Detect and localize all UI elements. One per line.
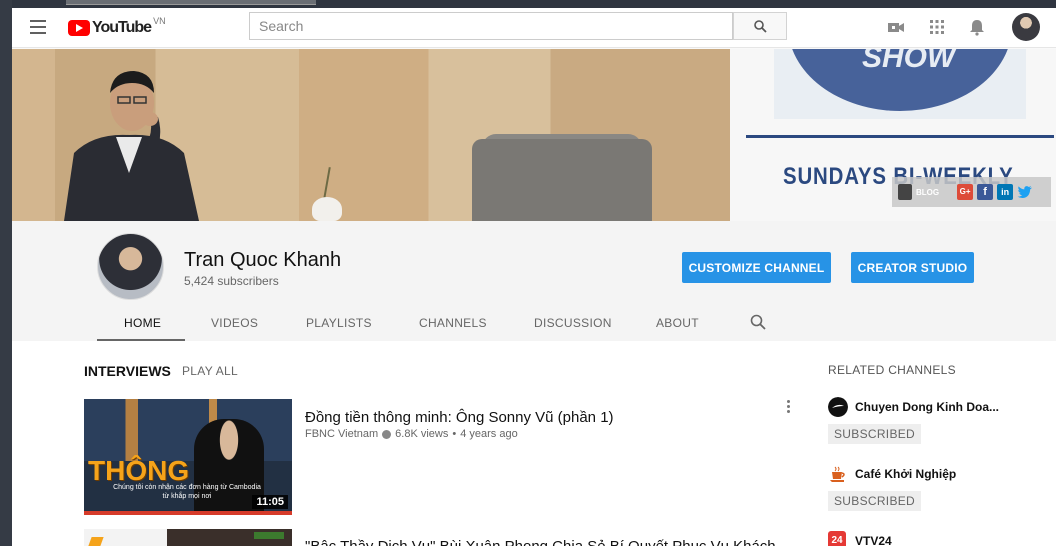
- video-thumbnail[interactable]: THÔNG Chúng tôi còn nhận các đơn hàng từ…: [84, 399, 292, 515]
- channel-avatar[interactable]: [97, 233, 164, 300]
- youtube-play-icon: [68, 20, 90, 36]
- youtube-logo[interactable]: YouTube VN: [68, 16, 166, 39]
- channel-banner: SHOW SUNDAYS BI-WEEKLY BLOG G+ f in: [12, 49, 1056, 221]
- subscribed-button[interactable]: SUBSCRIBED: [828, 491, 922, 511]
- show-graphic: SHOW: [774, 49, 1026, 119]
- thumbnail-badge: [254, 532, 284, 539]
- channel-search-icon[interactable]: [750, 314, 766, 330]
- twitter-icon[interactable]: [1017, 184, 1033, 200]
- search-input[interactable]: Search: [249, 12, 733, 40]
- banner-graphic: SHOW SUNDAYS BI-WEEKLY BLOG G+ f in: [730, 49, 1056, 221]
- vtv24-logo-icon[interactable]: 24: [828, 531, 846, 546]
- top-header: YouTube VN Search: [12, 8, 1056, 48]
- channel-header: Tran Quoc Khanh 5,424 subscribers CUSTOM…: [12, 221, 1056, 341]
- channel-logo-icon[interactable]: [828, 397, 848, 417]
- video-duration: 11:05: [252, 495, 288, 509]
- facebook-icon[interactable]: f: [977, 184, 994, 200]
- video-channel-name[interactable]: FBNC Vietnam: [305, 428, 378, 440]
- video-thumbnail[interactable]: [84, 529, 292, 546]
- shelf-title[interactable]: INTERVIEWS: [84, 363, 171, 379]
- chair: [472, 139, 652, 221]
- search-button[interactable]: [733, 12, 787, 40]
- banner-divider: [746, 135, 1054, 138]
- logo-country: VN: [153, 16, 166, 26]
- video-camera-icon[interactable]: [887, 18, 905, 36]
- tab-discussion[interactable]: DISCUSSION: [534, 316, 612, 330]
- tab-videos[interactable]: VIDEOS: [211, 316, 258, 330]
- related-channels-title: RELATED CHANNELS: [828, 363, 956, 377]
- related-channel-name[interactable]: Chuyen Dong Kinh Doa...: [855, 400, 999, 414]
- thumbnail-logo: [88, 537, 104, 546]
- google-plus-icon[interactable]: G+: [957, 184, 974, 200]
- creator-studio-button[interactable]: CREATOR STUDIO: [851, 252, 974, 283]
- blog-link-label[interactable]: BLOG: [916, 188, 939, 197]
- banner-social-links: BLOG G+ f in: [892, 177, 1051, 207]
- desktop-window-tab: [66, 0, 316, 5]
- subscriber-count: 5,424 subscribers: [184, 274, 279, 288]
- banner-person-image: [64, 71, 199, 221]
- related-channel-name[interactable]: VTV24: [855, 534, 892, 546]
- youtube-page: YouTube VN Search SHOW SUNDAYS BLOG G+ f…: [12, 8, 1056, 546]
- logo-text: YouTube: [92, 19, 152, 36]
- more-actions-icon[interactable]: [785, 400, 791, 416]
- tab-playlists[interactable]: PLAYLISTS: [306, 316, 372, 330]
- channel-tabs: HOME VIDEOS PLAYLISTS CHANNELS DISCUSSIO…: [12, 308, 1056, 341]
- channel-name: Tran Quoc Khanh: [184, 249, 342, 271]
- verified-icon: [382, 429, 392, 439]
- tab-home[interactable]: HOME: [124, 316, 161, 330]
- video-views: 6.8K views: [395, 428, 449, 440]
- show-text: SHOW: [862, 49, 956, 74]
- thumbnail-red-bar: [84, 511, 292, 515]
- apps-grid-icon[interactable]: [928, 18, 946, 36]
- subscribed-button[interactable]: SUBSCRIBED: [828, 424, 922, 444]
- plant-stem: [323, 167, 331, 199]
- video-title[interactable]: "Bậc Thầy Dịch Vụ" Bùi Xuân Phong Chia S…: [305, 538, 776, 546]
- search-icon: [754, 20, 767, 33]
- home-content: INTERVIEWS PLAY ALL THÔNG Chúng tôi còn …: [12, 341, 1056, 546]
- plant-pot: [312, 197, 342, 221]
- bell-icon[interactable]: [968, 18, 986, 36]
- related-channel-name[interactable]: Café Khởi Nghiệp: [855, 467, 956, 481]
- tab-about[interactable]: ABOUT: [656, 316, 699, 330]
- video-title[interactable]: Đồng tiền thông minh: Ông Sonny Vũ (phần…: [305, 409, 614, 426]
- account-avatar[interactable]: [1012, 13, 1040, 41]
- video-meta: FBNC Vietnam 6.8K views • 4 years ago: [305, 428, 518, 440]
- video-age: 4 years ago: [460, 428, 518, 440]
- tab-channels[interactable]: CHANNELS: [419, 316, 487, 330]
- linkedin-icon[interactable]: in: [997, 184, 1014, 200]
- coffee-cup-icon[interactable]: [828, 464, 848, 484]
- banner-photo: [12, 49, 730, 221]
- menu-icon[interactable]: [30, 20, 46, 34]
- desktop-left-strip: [0, 0, 12, 546]
- blog-person-icon[interactable]: [898, 184, 912, 200]
- customize-channel-button[interactable]: CUSTOMIZE CHANNEL: [682, 252, 831, 283]
- play-all-button[interactable]: PLAY ALL: [182, 364, 238, 378]
- meta-separator: •: [452, 428, 457, 440]
- thumbnail-caption: Chúng tôi còn nhận các đơn hàng từ Cambo…: [113, 484, 261, 500]
